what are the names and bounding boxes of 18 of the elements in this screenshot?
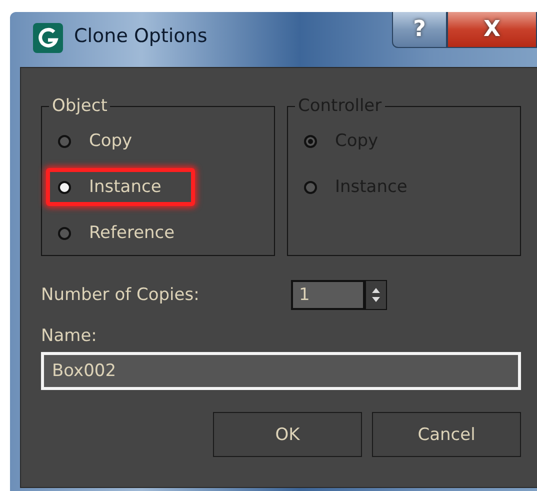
radio-option[interactable]: Instance — [46, 168, 196, 206]
dialog-button[interactable]: Cancel — [372, 412, 521, 457]
radio-icon[interactable] — [58, 180, 71, 194]
group-title: Object — [51, 96, 108, 116]
window-title: Clone Options — [74, 25, 208, 47]
radio-icon[interactable] — [58, 226, 71, 240]
copies-label: Number of Copies: — [41, 285, 200, 305]
app-logo-icon — [32, 22, 64, 54]
radio-option[interactable]: Copy — [46, 122, 166, 160]
name-label: Name: — [41, 326, 98, 346]
radio-option[interactable]: Reference — [46, 214, 209, 252]
name-field[interactable]: Box002 — [41, 352, 521, 390]
spinner-arrows[interactable] — [365, 280, 387, 310]
close-button[interactable]: X — [447, 12, 537, 48]
copies-field[interactable]: 1 — [291, 280, 365, 310]
dialog-button[interactable]: OK — [213, 412, 362, 457]
radio-icon[interactable] — [58, 134, 71, 148]
help-button[interactable]: ? — [392, 12, 447, 48]
